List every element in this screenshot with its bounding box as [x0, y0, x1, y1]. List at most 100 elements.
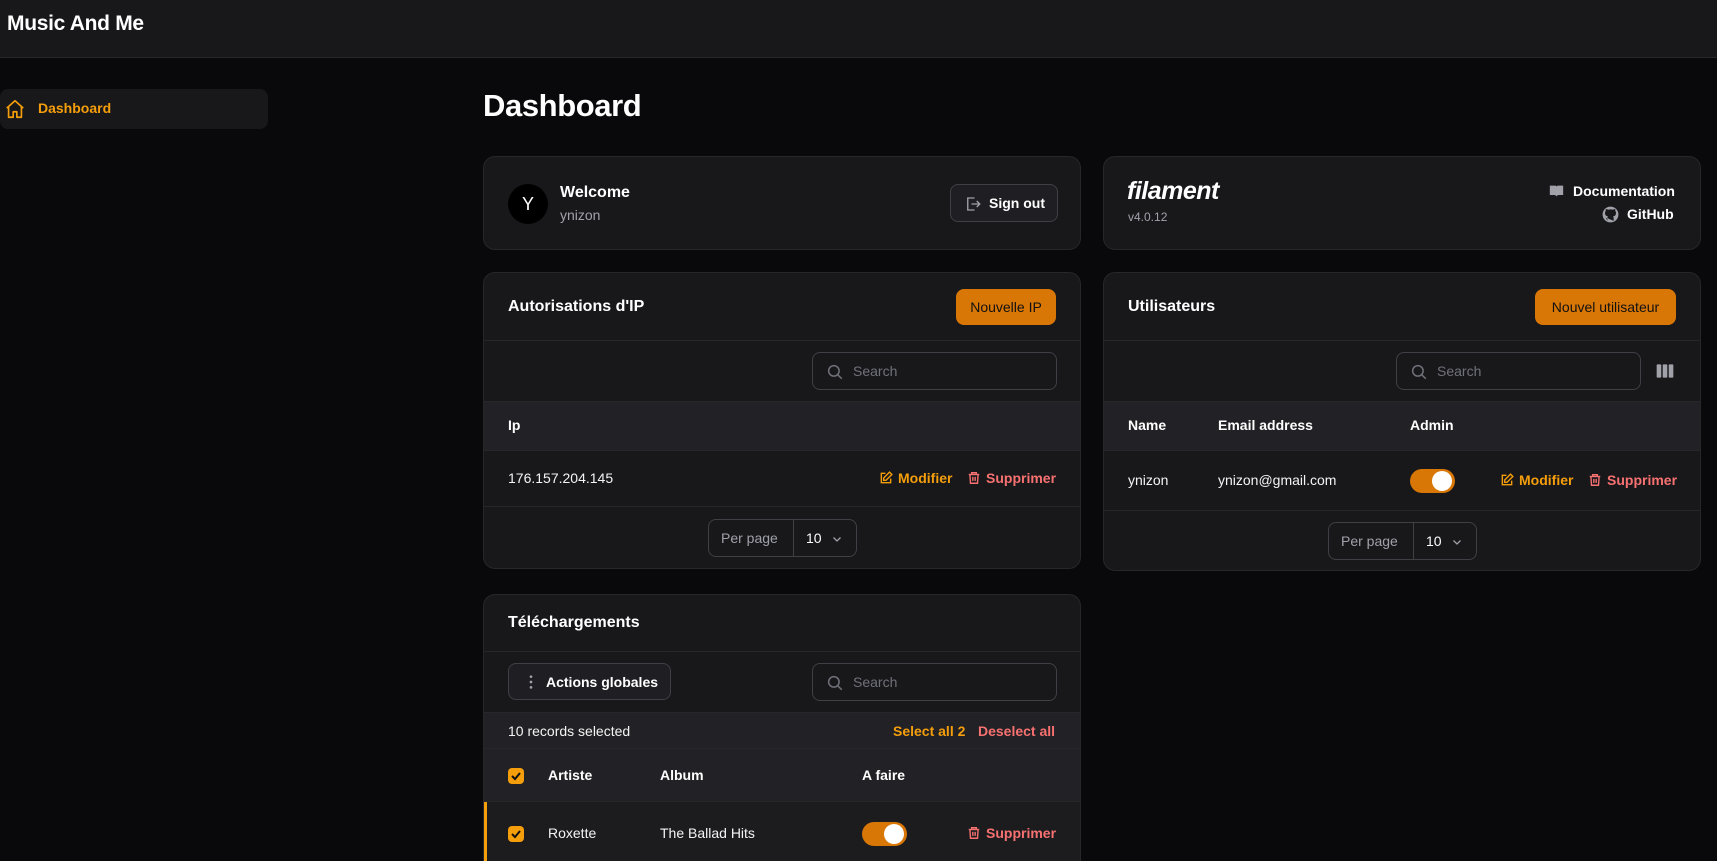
column-header-todo[interactable]: A faire [862, 767, 905, 783]
per-page-select[interactable]: Per page 10 [708, 519, 857, 557]
ip-cell: 176.157.204.145 [508, 470, 614, 486]
trash-icon [968, 827, 980, 839]
chevron-down-icon [1453, 540, 1461, 545]
bulk-actions-button[interactable]: Actions globales [508, 663, 671, 700]
user-name-cell: ynizon [1128, 472, 1169, 488]
divider [484, 340, 1080, 341]
filament-version: v4.0.12 [1128, 210, 1168, 224]
more-vertical-icon [529, 675, 533, 689]
table-title: Utilisateurs [1128, 298, 1216, 315]
account-widget: Y Welcome ynizon Sign out [483, 156, 1081, 250]
deselect-all-link[interactable]: Deselect all [978, 723, 1055, 739]
users-table: Utilisateurs Nouvel utilisateur Search N… [1103, 272, 1701, 571]
delete-button[interactable]: Supprimer [1588, 472, 1677, 488]
user-email-cell: ynizon@gmail.com [1218, 472, 1337, 488]
table-header: Name Email address Admin [1104, 401, 1700, 451]
username-text: ynizon [560, 207, 601, 223]
delete-button[interactable]: Supprimer [967, 470, 1056, 486]
table-title: Autorisations d'IP [508, 298, 645, 315]
per-page-value: 10 [1426, 533, 1442, 549]
per-page-label: Per page [709, 520, 794, 556]
sign-out-button[interactable]: Sign out [950, 184, 1058, 222]
app-title[interactable]: Music And Me [7, 12, 144, 36]
bulk-actions-label: Actions globales [546, 674, 659, 690]
search-placeholder: Search [853, 363, 898, 379]
sign-out-label: Sign out [989, 195, 1045, 211]
sidebar-item-dashboard[interactable]: Dashboard [0, 89, 268, 129]
edit-button[interactable]: Modifier [1500, 472, 1573, 488]
github-icon [1602, 206, 1619, 223]
table-header: Artiste Album A faire [484, 749, 1080, 802]
columns-toggle-icon[interactable] [1655, 361, 1675, 381]
select-all-link[interactable]: Select all 2 [893, 723, 965, 739]
trash-icon [968, 472, 980, 484]
column-header-artist[interactable]: Artiste [548, 767, 592, 783]
per-page-select[interactable]: Per page 10 [1328, 522, 1477, 560]
downloads-table: Téléchargements Actions globales Search … [483, 594, 1081, 861]
column-header-email[interactable]: Email address [1218, 417, 1313, 433]
sidebar-item-label: Dashboard [38, 100, 112, 116]
trash-icon [1589, 474, 1601, 486]
table-header: Ip [484, 401, 1080, 451]
divider [1104, 340, 1700, 341]
toggle-knob [884, 824, 904, 844]
column-header-admin[interactable]: Admin [1410, 417, 1454, 433]
per-page-value: 10 [806, 530, 822, 546]
column-header-name[interactable]: Name [1128, 417, 1166, 433]
admin-toggle[interactable] [1410, 469, 1455, 493]
select-all-checkbox[interactable] [508, 768, 524, 784]
search-icon [827, 364, 843, 380]
column-header-album[interactable]: Album [660, 767, 704, 783]
ip-authorizations-table: Autorisations d'IP Nouvelle IP Search Ip… [483, 272, 1081, 569]
avatar: Y [508, 184, 548, 224]
top-bar: Music And Me [0, 0, 1717, 58]
search-input[interactable]: Search [1396, 352, 1641, 390]
selection-count: 10 records selected [508, 723, 631, 739]
artist-cell: Roxette [548, 825, 597, 841]
github-link[interactable]: GitHub [1601, 205, 1681, 225]
search-placeholder: Search [1437, 363, 1482, 379]
page-title: Dashboard [483, 88, 642, 123]
delete-button[interactable]: Supprimer [967, 825, 1056, 841]
divider [484, 651, 1080, 652]
edit-label: Modifier [898, 470, 953, 486]
table-row: ynizon ynizon@gmail.com Modifier Supprim… [1104, 451, 1700, 511]
github-label: GitHub [1627, 206, 1674, 222]
delete-label: Supprimer [1607, 472, 1678, 488]
home-icon [6, 99, 24, 119]
table-row[interactable]: Roxette The Ballad Hits Supprimer [484, 802, 1080, 861]
documentation-label: Documentation [1573, 183, 1675, 199]
table-title: Téléchargements [508, 614, 640, 631]
edit-icon [1501, 473, 1514, 486]
delete-label: Supprimer [986, 470, 1057, 486]
new-user-button[interactable]: Nouvel utilisateur [1535, 289, 1676, 325]
selection-bar: 10 records selected Select all 2 Deselec… [484, 712, 1080, 749]
search-placeholder: Search [853, 674, 898, 690]
search-icon [827, 675, 843, 691]
toggle-knob [1432, 471, 1452, 491]
edit-icon [880, 471, 893, 484]
search-icon [1411, 364, 1427, 380]
check-icon [511, 830, 521, 839]
edit-label: Modifier [1519, 472, 1574, 488]
sign-out-icon [967, 197, 981, 211]
documentation-link[interactable]: Documentation [1548, 182, 1680, 202]
column-header-ip[interactable]: Ip [508, 417, 520, 433]
delete-label: Supprimer [986, 825, 1057, 841]
filament-info-widget: filament v4.0.12 Documentation GitHub [1103, 156, 1701, 250]
book-icon [1549, 185, 1564, 197]
search-input[interactable]: Search [812, 663, 1057, 701]
album-cell: The Ballad Hits [660, 825, 755, 841]
row-checkbox[interactable] [508, 826, 524, 842]
table-row: 176.157.204.145 Modifier Supprimer [484, 451, 1080, 507]
avatar-initial: Y [521, 193, 534, 214]
todo-toggle[interactable] [862, 822, 907, 846]
check-icon [511, 772, 521, 781]
welcome-text: Welcome [560, 184, 630, 201]
search-input[interactable]: Search [812, 352, 1057, 390]
new-ip-button[interactable]: Nouvelle IP [956, 289, 1056, 325]
per-page-label: Per page [1329, 523, 1414, 559]
chevron-down-icon [833, 537, 841, 542]
edit-button[interactable]: Modifier [879, 470, 952, 486]
filament-logo[interactable]: filament [1127, 177, 1219, 206]
